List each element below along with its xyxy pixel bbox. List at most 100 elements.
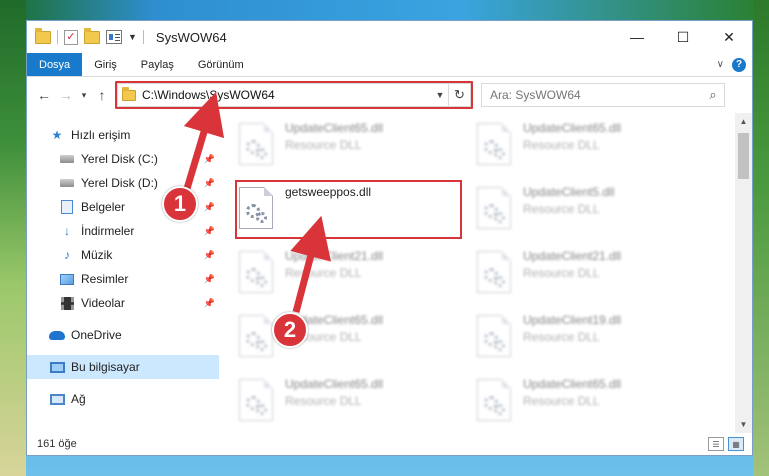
file-highlight-box: [235, 180, 462, 239]
sidebar-item-this-pc[interactable]: Bu bilgisayar: [27, 355, 219, 379]
file-item[interactable]: UpdateClient21.dll Resource DLL: [239, 247, 469, 303]
file-type: Resource DLL: [285, 266, 362, 280]
toolbar-separator: [142, 30, 144, 44]
sidebar-item-onedrive[interactable]: OneDrive: [27, 323, 219, 347]
disk-icon: [59, 152, 75, 166]
pictures-icon: [59, 272, 75, 286]
close-button[interactable]: ✕: [706, 21, 752, 53]
sidebar-item-label: Bu bilgisayar: [71, 360, 140, 374]
vertical-scrollbar[interactable]: ▲ ▼: [735, 113, 752, 433]
sidebar-item-label: Yerel Disk (D:): [81, 176, 158, 190]
sidebar-item-music[interactable]: ♪ Müzik 📌: [27, 243, 219, 267]
forward-button[interactable]: →: [55, 84, 77, 106]
file-name: UpdateClient19.dll: [523, 313, 622, 327]
expand-ribbon-icon[interactable]: ∨: [717, 59, 724, 70]
file-item[interactable]: UpdateClient21.dll Resource DLL: [477, 247, 707, 303]
navigation-bar: ← → ▾ ↑ C:\Windows\SysWOW64 ▼ ↻ ⌕: [27, 77, 752, 113]
scroll-thumb[interactable]: [738, 133, 749, 179]
window-controls: — ☐ ✕: [614, 21, 752, 53]
pin-icon[interactable]: 📌: [204, 226, 215, 237]
scroll-up-icon[interactable]: ▲: [735, 113, 752, 130]
tab-view[interactable]: Görünüm: [186, 53, 256, 76]
pin-icon[interactable]: 📌: [204, 274, 215, 285]
tab-file[interactable]: Dosya: [27, 53, 83, 76]
sidebar-item-label: Videolar: [81, 296, 125, 310]
dll-file-icon: [477, 315, 511, 357]
maximize-button[interactable]: ☐: [660, 21, 706, 53]
customize-view-icon[interactable]: [106, 30, 122, 44]
desktop-background-right: [753, 0, 769, 476]
file-list: UpdateClient65.dll Resource DLL getsweepp…: [219, 113, 735, 433]
pin-icon[interactable]: 📌: [204, 202, 215, 213]
file-item[interactable]: UpdateClient65.dll Resource DLL: [239, 375, 469, 431]
dll-file-icon: [477, 379, 511, 421]
sidebar-item-label: İndirmeler: [81, 224, 135, 238]
dll-file-icon: [239, 123, 273, 165]
network-icon: [49, 392, 65, 406]
tab-home[interactable]: Giriş: [82, 53, 129, 76]
new-folder-icon[interactable]: [84, 27, 100, 44]
details-view-icon[interactable]: ☰: [708, 437, 724, 451]
file-name: UpdateClient21.dll: [523, 249, 622, 263]
file-name: UpdateClient65.dll: [523, 377, 622, 391]
address-path[interactable]: C:\Windows\SysWOW64: [142, 88, 432, 102]
desktop-background-top: [0, 0, 769, 20]
search-input[interactable]: [490, 88, 702, 102]
sidebar-item-network[interactable]: Ağ: [27, 387, 219, 411]
back-button[interactable]: ←: [33, 84, 55, 106]
title-bar: ✓ ▼ SysWOW64 — ☐ ✕: [27, 21, 752, 53]
sidebar-item-videos[interactable]: Videolar 📌: [27, 291, 219, 315]
dll-file-icon: [239, 379, 273, 421]
step-2-badge: 2: [272, 312, 308, 348]
search-box[interactable]: ⌕: [481, 83, 725, 107]
search-icon[interactable]: ⌕: [702, 87, 724, 103]
cloud-icon: [49, 328, 65, 342]
sidebar-item-downloads[interactable]: ↓ İndirmeler 📌: [27, 219, 219, 243]
pin-icon[interactable]: 📌: [204, 154, 215, 165]
document-icon: [59, 200, 75, 214]
file-item[interactable]: UpdateClient65.dll Resource DLL: [477, 375, 707, 431]
pin-icon[interactable]: 📌: [204, 298, 215, 309]
sidebar-item-label: Belgeler: [81, 200, 126, 214]
file-item[interactable]: UpdateClient5.dll Resource DLL: [477, 183, 707, 239]
refresh-icon[interactable]: ↻: [448, 84, 470, 106]
qat-dropdown-icon[interactable]: ▼: [128, 32, 137, 42]
file-item[interactable]: UpdateClient19.dll Resource DLL: [477, 311, 707, 367]
videos-icon: [59, 296, 75, 310]
recent-locations-icon[interactable]: ▾: [77, 84, 91, 106]
window-title: SysWOW64: [155, 29, 227, 45]
file-item[interactable]: UpdateClient65.dll Resource DLL: [239, 119, 469, 175]
explorer-window: ✓ ▼ SysWOW64 — ☐ ✕ Dosya Giriş Paylaş Gö…: [26, 20, 753, 456]
scroll-down-icon[interactable]: ▼: [735, 416, 752, 433]
file-name: UpdateClient5.dll: [523, 185, 615, 199]
file-type: Resource DLL: [523, 266, 600, 280]
tiles-view-icon[interactable]: ▦: [728, 437, 744, 451]
tab-share[interactable]: Paylaş: [129, 53, 186, 76]
folder-icon: [35, 27, 51, 44]
sidebar-item-local-disk-c[interactable]: Yerel Disk (C:) 📌: [27, 147, 219, 171]
view-switcher: ☰ ▦: [708, 437, 752, 451]
address-bar[interactable]: C:\Windows\SysWOW64 ▼ ↻: [115, 81, 473, 109]
pin-icon[interactable]: 📌: [204, 250, 215, 261]
properties-check-icon[interactable]: ✓: [64, 29, 78, 45]
minimize-button[interactable]: —: [614, 21, 660, 53]
address-dropdown-icon[interactable]: ▼: [432, 90, 448, 100]
sidebar-item-quick-access[interactable]: ★ Hızlı erişim: [27, 123, 219, 147]
file-item[interactable]: UpdateClient65.dll Resource DLL: [477, 119, 707, 175]
sidebar-item-label: Ağ: [71, 392, 86, 406]
ribbon-tabs: Dosya Giriş Paylaş Görünüm ∨ ?: [27, 53, 752, 77]
help-icon[interactable]: ?: [732, 57, 746, 72]
sidebar-item-label: Yerel Disk (C:): [81, 152, 158, 166]
disk-icon: [59, 176, 75, 190]
dll-file-icon: [239, 315, 273, 357]
download-icon: ↓: [64, 224, 70, 238]
pin-icon[interactable]: 📌: [204, 178, 215, 189]
address-folder-icon: [122, 86, 136, 101]
star-icon: ★: [51, 128, 63, 142]
main-area: ★ Hızlı erişim Yerel Disk (C:) 📌 Yerel D…: [27, 113, 752, 433]
up-button[interactable]: ↑: [91, 84, 113, 106]
file-name: UpdateClient65.dll: [285, 121, 384, 135]
file-type: Resource DLL: [523, 138, 600, 152]
sidebar-item-pictures[interactable]: Resimler 📌: [27, 267, 219, 291]
file-type: Resource DLL: [285, 138, 362, 152]
